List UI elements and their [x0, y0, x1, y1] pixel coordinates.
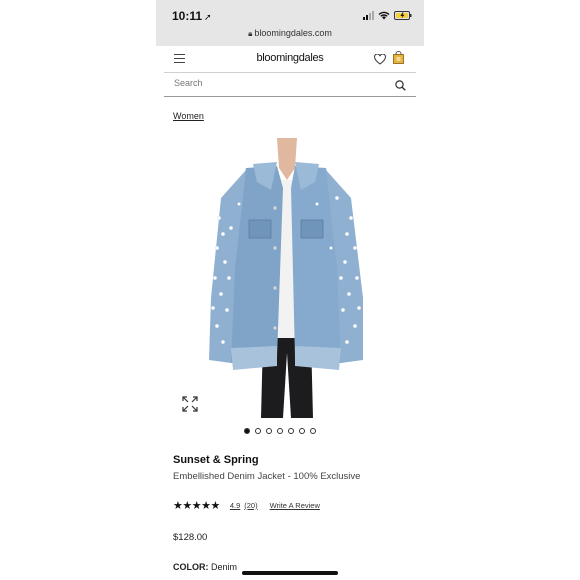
- phone-screen: 10:11 ➚ 🔒︎ bloomingdales.com bloomingdales: [156, 0, 424, 580]
- breadcrumb-women[interactable]: Women: [173, 111, 204, 121]
- search-input[interactable]: Search: [174, 78, 203, 88]
- location-arrow-icon: ➚: [204, 12, 212, 22]
- image-carousel-dots: [244, 428, 316, 434]
- url-text: bloomingdales.com: [254, 28, 332, 38]
- address-bar[interactable]: 🔒︎ bloomingdales.com: [156, 28, 424, 39]
- product-image[interactable]: [191, 138, 381, 420]
- signal-icon: [363, 11, 374, 20]
- product-price: $128.00: [173, 532, 208, 543]
- site-header: bloomingdales: [164, 46, 416, 73]
- lock-icon: 🔒︎: [248, 29, 253, 38]
- battery-icon: [394, 11, 412, 20]
- heart-icon[interactable]: [374, 52, 386, 70]
- search-icon[interactable]: [395, 78, 406, 96]
- carousel-dot[interactable]: [299, 428, 305, 434]
- carousel-dot[interactable]: [244, 428, 250, 434]
- carousel-dot[interactable]: [255, 428, 261, 434]
- carousel-dot[interactable]: [266, 428, 272, 434]
- wifi-icon: [378, 11, 390, 20]
- star-rating-icon: ★★★★★: [173, 500, 220, 512]
- color-label: COLOR:: [173, 562, 209, 572]
- review-count[interactable]: (20): [244, 501, 257, 510]
- write-review-link[interactable]: Write A Review: [270, 501, 320, 510]
- carousel-dot[interactable]: [288, 428, 294, 434]
- rating-value[interactable]: 4.9: [230, 501, 240, 510]
- carousel-dot[interactable]: [310, 428, 316, 434]
- shopping-bag-icon[interactable]: [393, 51, 404, 69]
- home-indicator[interactable]: [242, 571, 338, 575]
- product-name: Embellished Denim Jacket - 100% Exclusiv…: [173, 471, 361, 482]
- product-brand[interactable]: Sunset & Spring: [173, 454, 259, 466]
- color-selector: COLOR: Denim: [173, 562, 237, 572]
- status-icons: [363, 11, 412, 20]
- product-rating: ★★★★★ 4.9 (20) Write A Review: [173, 499, 320, 512]
- status-bar: 10:11 ➚ 🔒︎ bloomingdales.com: [156, 0, 424, 46]
- color-value: Denim: [211, 562, 238, 572]
- search-bar[interactable]: Search: [164, 72, 416, 97]
- carousel-dot[interactable]: [277, 428, 283, 434]
- expand-icon[interactable]: [182, 396, 198, 417]
- status-time: 10:11 ➚: [172, 9, 212, 23]
